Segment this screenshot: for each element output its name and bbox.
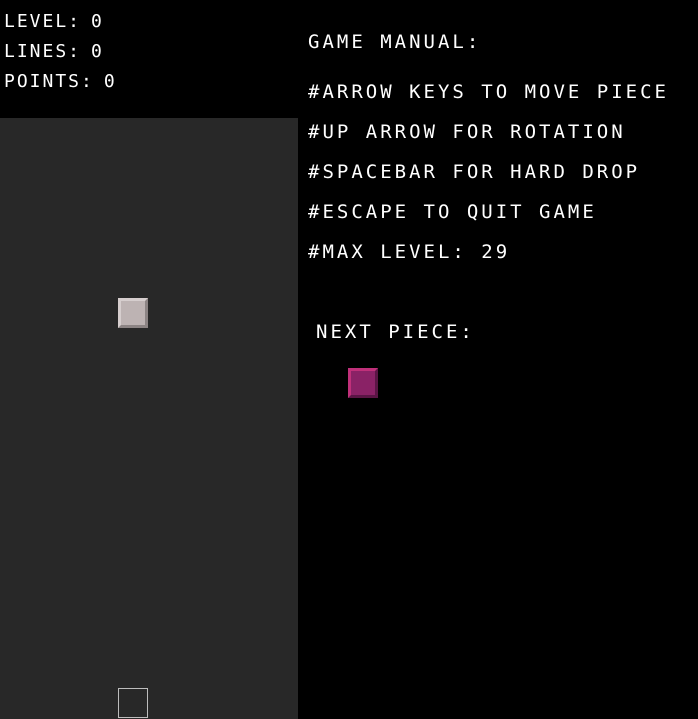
manual-line-arrow-keys: #ARROW KEYS TO MOVE PIECE [308,81,669,103]
game-board[interactable] [0,118,298,719]
lines-stat: LINES: 0 [4,41,104,63]
ghost-piece-outline [118,688,148,718]
next-piece-block [348,368,378,398]
manual-title: GAME MANUAL: [308,31,482,53]
points-label: POINTS: [4,71,94,92]
active-piece-block [118,298,148,328]
manual-line-rotation: #UP ARROW FOR ROTATION [308,121,626,143]
manual-line-hard-drop: #SPACEBAR FOR HARD DROP [308,161,641,183]
points-stat: POINTS: 0 [4,71,117,93]
points-value: 0 [103,71,117,92]
level-stat: LEVEL: 0 [4,11,104,33]
manual-line-max-level: #MAX LEVEL: 29 [308,241,511,263]
level-label: LEVEL: [4,11,82,32]
lines-label: LINES: [4,41,82,62]
next-piece-label: NEXT PIECE: [316,321,475,343]
manual-line-quit: #ESCAPE TO QUIT GAME [308,201,597,223]
level-value: 0 [91,11,104,32]
lines-value: 0 [91,41,104,62]
